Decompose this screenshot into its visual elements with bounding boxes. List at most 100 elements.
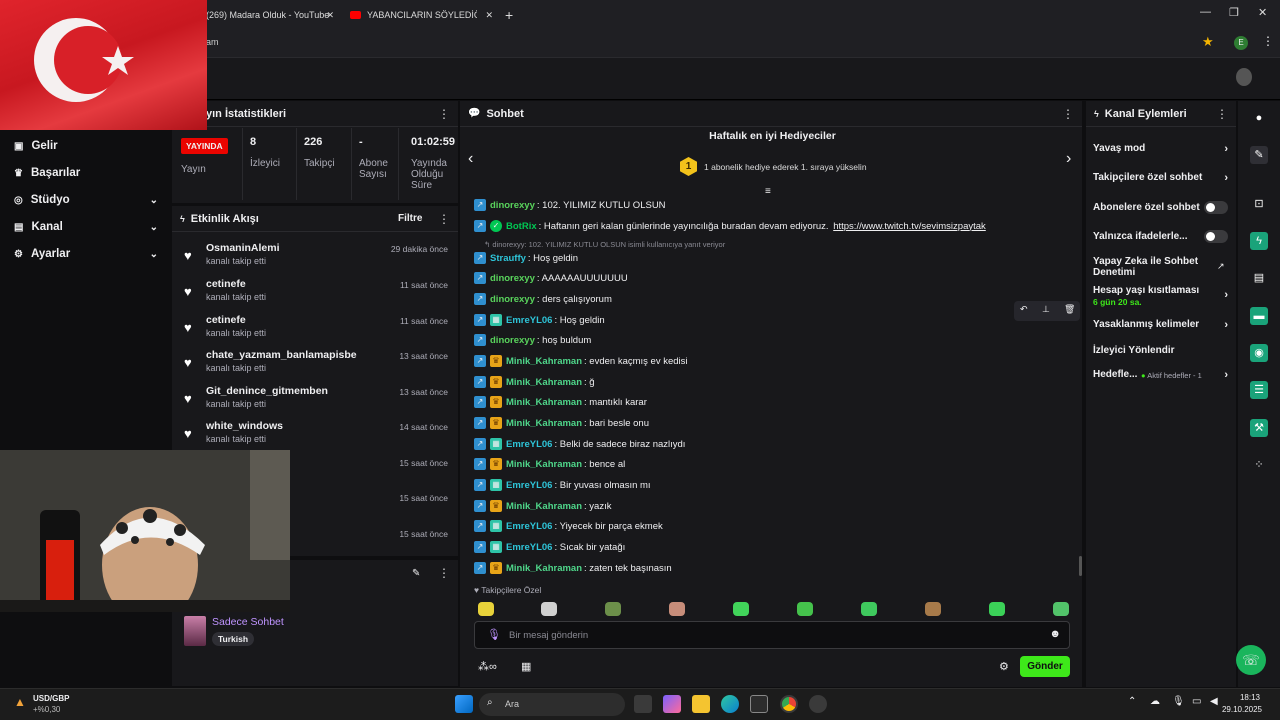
- subscriber-badge-icon[interactable]: ▦: [490, 541, 502, 553]
- emote-8[interactable]: [925, 602, 941, 616]
- chat-message[interactable]: ↗ ▦ EmreYL06: Belki de sadece biraz nazlıy…: [474, 438, 685, 450]
- collapse-icon[interactable]: ≡: [765, 186, 771, 197]
- tray-chevron-icon[interactable]: ⌃: [1128, 696, 1136, 707]
- display-icon[interactable]: ▭: [1192, 696, 1201, 707]
- chat-scrollbar[interactable]: [1079, 556, 1082, 576]
- edit-icon[interactable]: ✎: [1250, 146, 1268, 164]
- emote-4[interactable]: [669, 602, 685, 616]
- chat-username[interactable]: dinorexyy: [490, 335, 535, 346]
- subscriber-badge-icon[interactable]: ▦: [490, 314, 502, 326]
- edit-icon[interactable]: ✎: [412, 568, 420, 579]
- nav-item-studyo[interactable]: ◎ Stüdyo ⌄: [14, 194, 164, 206]
- action-banned-words[interactable]: Yasaklanmış kelimeler ›: [1093, 319, 1228, 331]
- activity-event[interactable]: ♥ chate_yazmam_banlamapisbe kanalı takip e…: [180, 349, 450, 383]
- chat-username[interactable]: Minik_Kahraman: [506, 501, 582, 512]
- pin-icon[interactable]: ⊥: [1042, 304, 1050, 315]
- emote-picker-icon[interactable]: ☻: [1049, 628, 1061, 640]
- chat-message[interactable]: ↗ ♛ Minik_Kahraman: evden kaçmış ev kedisi: [474, 355, 688, 367]
- close-window-icon[interactable]: ✕: [1258, 6, 1267, 19]
- prime-badge-icon[interactable]: ↗: [474, 334, 486, 346]
- nav-item-kanal[interactable]: ▤ Kanal ⌄: [14, 221, 164, 233]
- chat-username[interactable]: Minik_Kahraman: [506, 377, 582, 388]
- broadcast-icon[interactable]: ◉: [1250, 344, 1268, 362]
- chat-message[interactable]: ↗ ✓ BotRix: Haftanın geri kalan günlerinde…: [474, 220, 986, 232]
- user-avatar[interactable]: [1236, 68, 1252, 86]
- language-tag[interactable]: Turkish: [212, 632, 255, 646]
- clock-time[interactable]: 18:13: [1220, 693, 1260, 702]
- microphone-icon[interactable]: 🎙: [487, 628, 501, 641]
- subscriber-badge-icon[interactable]: ▦: [490, 479, 502, 491]
- crown-badge-icon[interactable]: ♛: [490, 396, 502, 408]
- chat-input-container[interactable]: 🎙 Bir mesaj gönderin ☻: [474, 621, 1070, 649]
- prime-badge-icon[interactable]: ↗: [474, 293, 486, 305]
- prime-badge-icon[interactable]: ↗: [474, 314, 486, 326]
- chat-username[interactable]: EmreYL06: [506, 521, 552, 532]
- send-button[interactable]: Gönder: [1020, 656, 1070, 677]
- crown-badge-icon[interactable]: ♛: [490, 500, 502, 512]
- focus-icon[interactable]: ⊡: [1250, 195, 1268, 213]
- chat-message[interactable]: ↗ dinorexyy: hoş buldum: [474, 334, 591, 346]
- more-options-icon[interactable]: ⋮: [1062, 107, 1074, 121]
- activity-event[interactable]: ♥ cetinefe kanalı takip etti 11 saat önce: [180, 314, 450, 348]
- new-tab-icon[interactable]: +: [505, 4, 519, 26]
- chat-username[interactable]: Minik_Kahraman: [506, 563, 582, 574]
- crown-badge-icon[interactable]: ♛: [490, 458, 502, 470]
- prime-badge-icon[interactable]: ↗: [474, 417, 486, 429]
- emote-5[interactable]: [733, 602, 749, 616]
- profile-avatar[interactable]: E: [1234, 36, 1248, 50]
- store-icon[interactable]: ▦: [521, 660, 531, 673]
- edge-icon[interactable]: [721, 695, 739, 713]
- emote-10[interactable]: [1053, 602, 1069, 616]
- prime-badge-icon[interactable]: ↗: [474, 272, 486, 284]
- network-icon[interactable]: ☁: [1150, 696, 1160, 707]
- prime-badge-icon[interactable]: ↗: [474, 396, 486, 408]
- chat-message[interactable]: ↗ ♛ Minik_Kahraman: bence al: [474, 458, 625, 470]
- emote-7[interactable]: [861, 602, 877, 616]
- verified-bot-icon[interactable]: ✓: [490, 220, 502, 232]
- chat-username[interactable]: Strauffy: [490, 253, 526, 264]
- external-link-icon[interactable]: ↗: [1217, 261, 1225, 272]
- crown-badge-icon[interactable]: ♛: [490, 562, 502, 574]
- obs-icon[interactable]: [809, 695, 827, 713]
- chat-message[interactable]: ↗ ▦ EmreYL06: Yiyecek bir parça ekmek: [474, 520, 663, 532]
- delete-icon[interactable]: 🗑: [1064, 304, 1075, 315]
- layout-icon[interactable]: ☰: [1250, 381, 1268, 399]
- store-icon[interactable]: [750, 695, 768, 713]
- extensions-icon[interactable]: ⁘: [1250, 456, 1268, 474]
- nav-item-basarilar[interactable]: ♛ Başarılar: [14, 167, 164, 179]
- chat-username[interactable]: Minik_Kahraman: [506, 459, 582, 470]
- lightning-icon[interactable]: ϟ: [1250, 232, 1268, 250]
- chat-message[interactable]: ↗ dinorexyy: AAAAAAUUUUUUU: [474, 272, 628, 284]
- more-options-icon[interactable]: ⋮: [438, 212, 450, 226]
- chat-message[interactable]: ↗ ♛ Minik_Kahraman: bari besle onu: [474, 417, 649, 429]
- prime-badge-icon[interactable]: ↗: [474, 199, 486, 211]
- action-followers-only[interactable]: Takipçilere özel sohbet ›: [1093, 172, 1228, 184]
- chat-username[interactable]: BotRix: [506, 221, 537, 232]
- prime-badge-icon[interactable]: ↗: [474, 458, 486, 470]
- chat-message[interactable]: ↗ ▦ EmreYL06: Sıcak bir yatağı: [474, 541, 625, 553]
- nav-item-gelir[interactable]: ▣ Gelir: [14, 140, 164, 152]
- emote-9[interactable]: [989, 602, 1005, 616]
- prime-badge-icon[interactable]: ↗: [474, 541, 486, 553]
- chat-message[interactable]: ↗ Strauffy: Hoş geldin: [474, 252, 578, 264]
- stream-category[interactable]: Sadece Sohbet: [212, 616, 284, 628]
- chat-message[interactable]: ↗ ♛ Minik_Kahraman: zaten tek başınasın: [474, 562, 672, 574]
- notes-icon[interactable]: ▤: [1250, 269, 1268, 287]
- windows-start-icon[interactable]: [455, 695, 473, 713]
- emote-6[interactable]: [797, 602, 813, 616]
- chat-message[interactable]: ↗ ♛ Minik_Kahraman: mantıklı karar: [474, 396, 647, 408]
- chat-message[interactable]: ↗ ▦ EmreYL06: Hoş geldin: [474, 314, 605, 326]
- activity-event[interactable]: ♥ Git_denince_gitmemben kanalı takip etti 1…: [180, 385, 450, 419]
- chat-username[interactable]: dinorexyy: [490, 273, 535, 284]
- action-slow-mode[interactable]: Yavaş mod ›: [1093, 143, 1228, 155]
- action-ai-moderation[interactable]: Yapay Zeka ile Sohbet Denetimi: [1093, 256, 1213, 278]
- clock-date[interactable]: 29.10.2025: [1214, 705, 1262, 714]
- chat-username[interactable]: EmreYL06: [506, 439, 552, 450]
- chat-username[interactable]: Minik_Kahraman: [506, 418, 582, 429]
- nav-item-ayarlar[interactable]: ⚙ Ayarlar ⌄: [14, 248, 164, 260]
- chat-username[interactable]: dinorexyy: [490, 200, 535, 211]
- channel-points-icon[interactable]: ⁂∞: [478, 660, 497, 673]
- action-subscribers-only[interactable]: Abonelere özel sohbet: [1093, 201, 1228, 214]
- task-view-icon[interactable]: [634, 695, 652, 713]
- chat-username[interactable]: EmreYL06: [506, 542, 552, 553]
